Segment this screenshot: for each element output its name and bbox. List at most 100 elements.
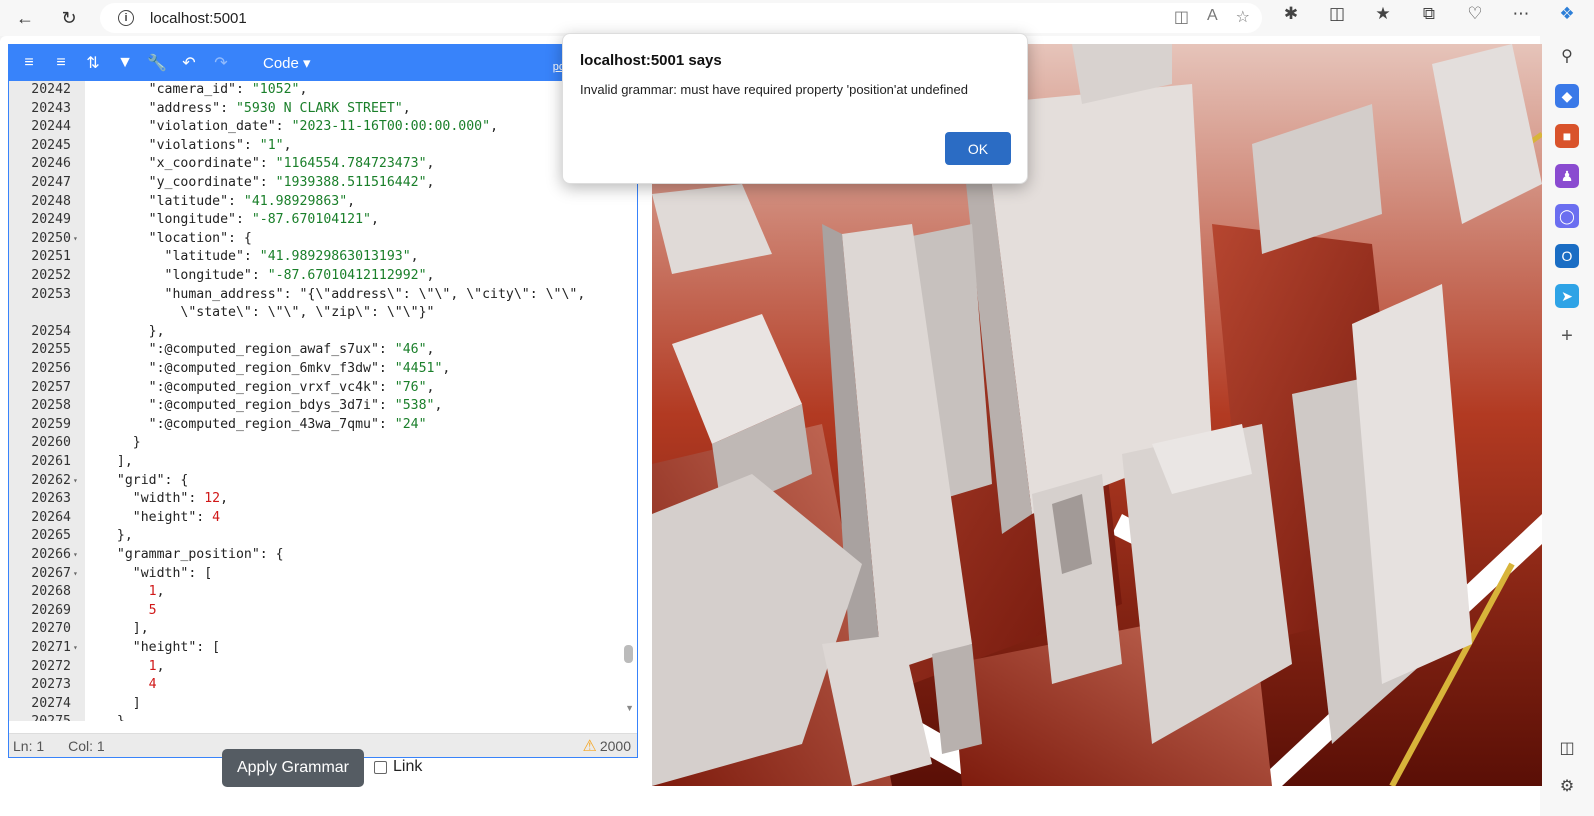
code-text: "y_coordinate": "1939388.511516442", xyxy=(101,175,435,190)
code-line[interactable]: 20269 5 xyxy=(9,602,637,621)
drop-icon[interactable]: ➤ xyxy=(1555,284,1579,308)
filter-icon[interactable]: ▼ xyxy=(115,53,135,73)
code-text: }, xyxy=(101,528,133,544)
code-line[interactable]: 20250 ▾ "location": { xyxy=(9,230,637,249)
code-text: "address": "5930 N CLARK STREET", xyxy=(101,100,411,116)
code-line[interactable]: 20264 "height": 4 xyxy=(9,509,637,528)
code-text: 5 xyxy=(148,602,157,618)
code-line[interactable]: 20247 "y_coordinate": "1939388.511516442… xyxy=(9,174,637,193)
address-bar[interactable]: i localhost:5001 ◫ A ☆ xyxy=(100,3,1262,33)
code-line[interactable]: 20256 ":@computed_region_6mkv_f3dw": "44… xyxy=(9,360,637,379)
code-line[interactable]: 20246 "x_coordinate": "1164554.784723473… xyxy=(9,155,637,174)
line-number: 20243 xyxy=(31,100,71,116)
fold-toggle-icon[interactable]: ▾ xyxy=(73,230,78,249)
apps-icon[interactable]: ◫ xyxy=(1174,7,1189,27)
line-number: 20247 xyxy=(31,175,71,190)
code-line[interactable]: 20261 ], xyxy=(9,453,637,472)
code-text: 4 xyxy=(148,677,157,693)
fold-toggle-icon[interactable]: ▾ xyxy=(73,639,78,658)
code-line[interactable]: 20242 "camera_id": "1052", xyxy=(9,81,637,100)
code-line[interactable]: \"state\": \"\", \"zip\": \"\"}" xyxy=(9,304,637,323)
line-number: 20251 xyxy=(31,249,71,265)
link-toggle[interactable]: Link xyxy=(374,758,422,776)
refresh-icon[interactable]: ↻ xyxy=(52,1,86,35)
code-line[interactable]: 20257 ":@computed_region_vrxf_vc4k": "76… xyxy=(9,379,637,398)
scroll-down-icon[interactable]: ▼ xyxy=(625,703,634,713)
warning-count[interactable]: ⚠ 2000 xyxy=(583,736,632,756)
fold-toggle-icon[interactable]: ▾ xyxy=(73,472,78,491)
browser-essentials-icon[interactable]: ♡ xyxy=(1460,4,1490,24)
fold-toggle-icon[interactable]: ▾ xyxy=(73,565,78,584)
code-line[interactable]: 20272 1, xyxy=(9,658,637,677)
ok-button[interactable]: OK xyxy=(945,132,1011,165)
read-aloud-icon[interactable]: A xyxy=(1207,7,1218,27)
back-icon[interactable]: ← xyxy=(8,1,42,35)
favorite-star-icon[interactable]: ☆ xyxy=(1236,7,1250,27)
undo-icon[interactable]: ↶ xyxy=(179,53,199,73)
code-text: ":@computed_region_bdys_3d7i": "538", xyxy=(101,398,443,414)
search-icon[interactable]: ⚲ xyxy=(1555,44,1579,68)
games-icon[interactable]: ♟ xyxy=(1555,164,1579,188)
code-line[interactable]: 20273 4 xyxy=(9,676,637,695)
code-line[interactable]: 20266 ▾ "grammar_position": { xyxy=(9,546,637,565)
code-line[interactable]: 20263 "width": 12, xyxy=(9,490,637,509)
code-text: "height": [ xyxy=(101,640,221,655)
code-line[interactable]: 20258 ":@computed_region_bdys_3d7i": "53… xyxy=(9,397,637,416)
sidebar-toggle-icon[interactable]: ◫ xyxy=(1559,738,1574,758)
code-line[interactable]: 20270 ], xyxy=(9,620,637,639)
compact-icon[interactable]: ≡ xyxy=(51,53,71,73)
format-icon[interactable]: ≡ xyxy=(19,53,39,73)
outlook-icon[interactable]: O xyxy=(1555,244,1579,268)
split-screen-icon[interactable]: ◫ xyxy=(1322,4,1352,24)
code-line[interactable]: 20274 ] xyxy=(9,695,637,714)
fold-toggle-icon[interactable]: ▾ xyxy=(73,546,78,565)
code-text: } xyxy=(101,713,125,721)
scrollbar-thumb[interactable] xyxy=(624,645,633,663)
line-number: 20263 xyxy=(31,491,71,507)
collections-icon[interactable]: ⧉ xyxy=(1414,4,1444,24)
favorites-icon[interactable]: ★ xyxy=(1368,4,1398,24)
code-text: } xyxy=(101,435,141,451)
code-line[interactable]: 20254 }, xyxy=(9,323,637,342)
extensions-icon[interactable]: ✱ xyxy=(1276,4,1306,24)
link-checkbox[interactable] xyxy=(374,760,387,774)
code-text: 1, xyxy=(148,658,165,674)
repair-wrench-icon[interactable]: 🔧 xyxy=(147,53,167,73)
redo-icon[interactable]: ↷ xyxy=(211,53,231,73)
code-line[interactable]: 20271 ▾ "height": [ xyxy=(9,639,637,658)
code-text: "x_coordinate": "1164554.784723473", xyxy=(101,156,435,172)
microsoft-365-icon[interactable]: ◯ xyxy=(1555,204,1579,228)
code-line[interactable]: 20243 "address": "5930 N CLARK STREET", xyxy=(9,100,637,119)
code-line[interactable]: 20262 ▾ "grid": { xyxy=(9,472,637,491)
code-line[interactable]: 20252 "longitude": "-87.67010412112992", xyxy=(9,267,637,286)
code-line[interactable]: 20249 "longitude": "-87.670104121", xyxy=(9,211,637,230)
code-line[interactable]: 20275 } xyxy=(9,713,637,721)
code-line[interactable]: 20267 ▾ "width": [ xyxy=(9,565,637,584)
settings-gear-icon[interactable]: ⚙ xyxy=(1560,776,1574,796)
site-info-icon[interactable]: i xyxy=(118,10,134,26)
code-line[interactable]: 20265 }, xyxy=(9,527,637,546)
apply-grammar-button[interactable]: Apply Grammar xyxy=(222,749,364,787)
mode-dropdown[interactable]: Code ▾ xyxy=(263,54,311,72)
code-area[interactable]: 20242 "camera_id": "1052", 20243 "address… xyxy=(9,81,637,721)
line-number: 20267 xyxy=(31,565,71,581)
code-text: ], xyxy=(101,454,133,469)
code-text: "height": 4 xyxy=(101,509,221,525)
code-line[interactable]: 20251 "latitude": "41.98929863013193", xyxy=(9,248,637,267)
code-line[interactable]: 20260 } xyxy=(9,434,637,453)
code-line[interactable]: 20245 "violations": "1", xyxy=(9,137,637,156)
copilot-icon[interactable]: ❖ xyxy=(1552,4,1582,24)
shopping-tag-icon[interactable]: ◆ xyxy=(1555,84,1579,108)
add-icon[interactable]: + xyxy=(1555,324,1579,348)
sort-icon[interactable]: ⇅ xyxy=(83,53,103,73)
more-menu-icon[interactable]: ⋯ xyxy=(1506,4,1536,24)
code-line[interactable]: 20253 "human_address": "{\"address\": \"… xyxy=(9,286,637,305)
code-line[interactable]: 20268 1, xyxy=(9,583,637,602)
code-line[interactable]: 20244 "violation_date": "2023-11-16T00:0… xyxy=(9,118,637,137)
code-line[interactable]: 20248 "latitude": "41.98929863", xyxy=(9,193,637,212)
tools-briefcase-icon[interactable]: ■ xyxy=(1555,124,1579,148)
code-line[interactable]: 20259 ":@computed_region_43wa_7qmu": "24… xyxy=(9,416,637,435)
warning-icon: ⚠ xyxy=(582,738,597,755)
code-text: ] xyxy=(101,695,141,711)
code-line[interactable]: 20255 ":@computed_region_awaf_s7ux": "46… xyxy=(9,341,637,360)
